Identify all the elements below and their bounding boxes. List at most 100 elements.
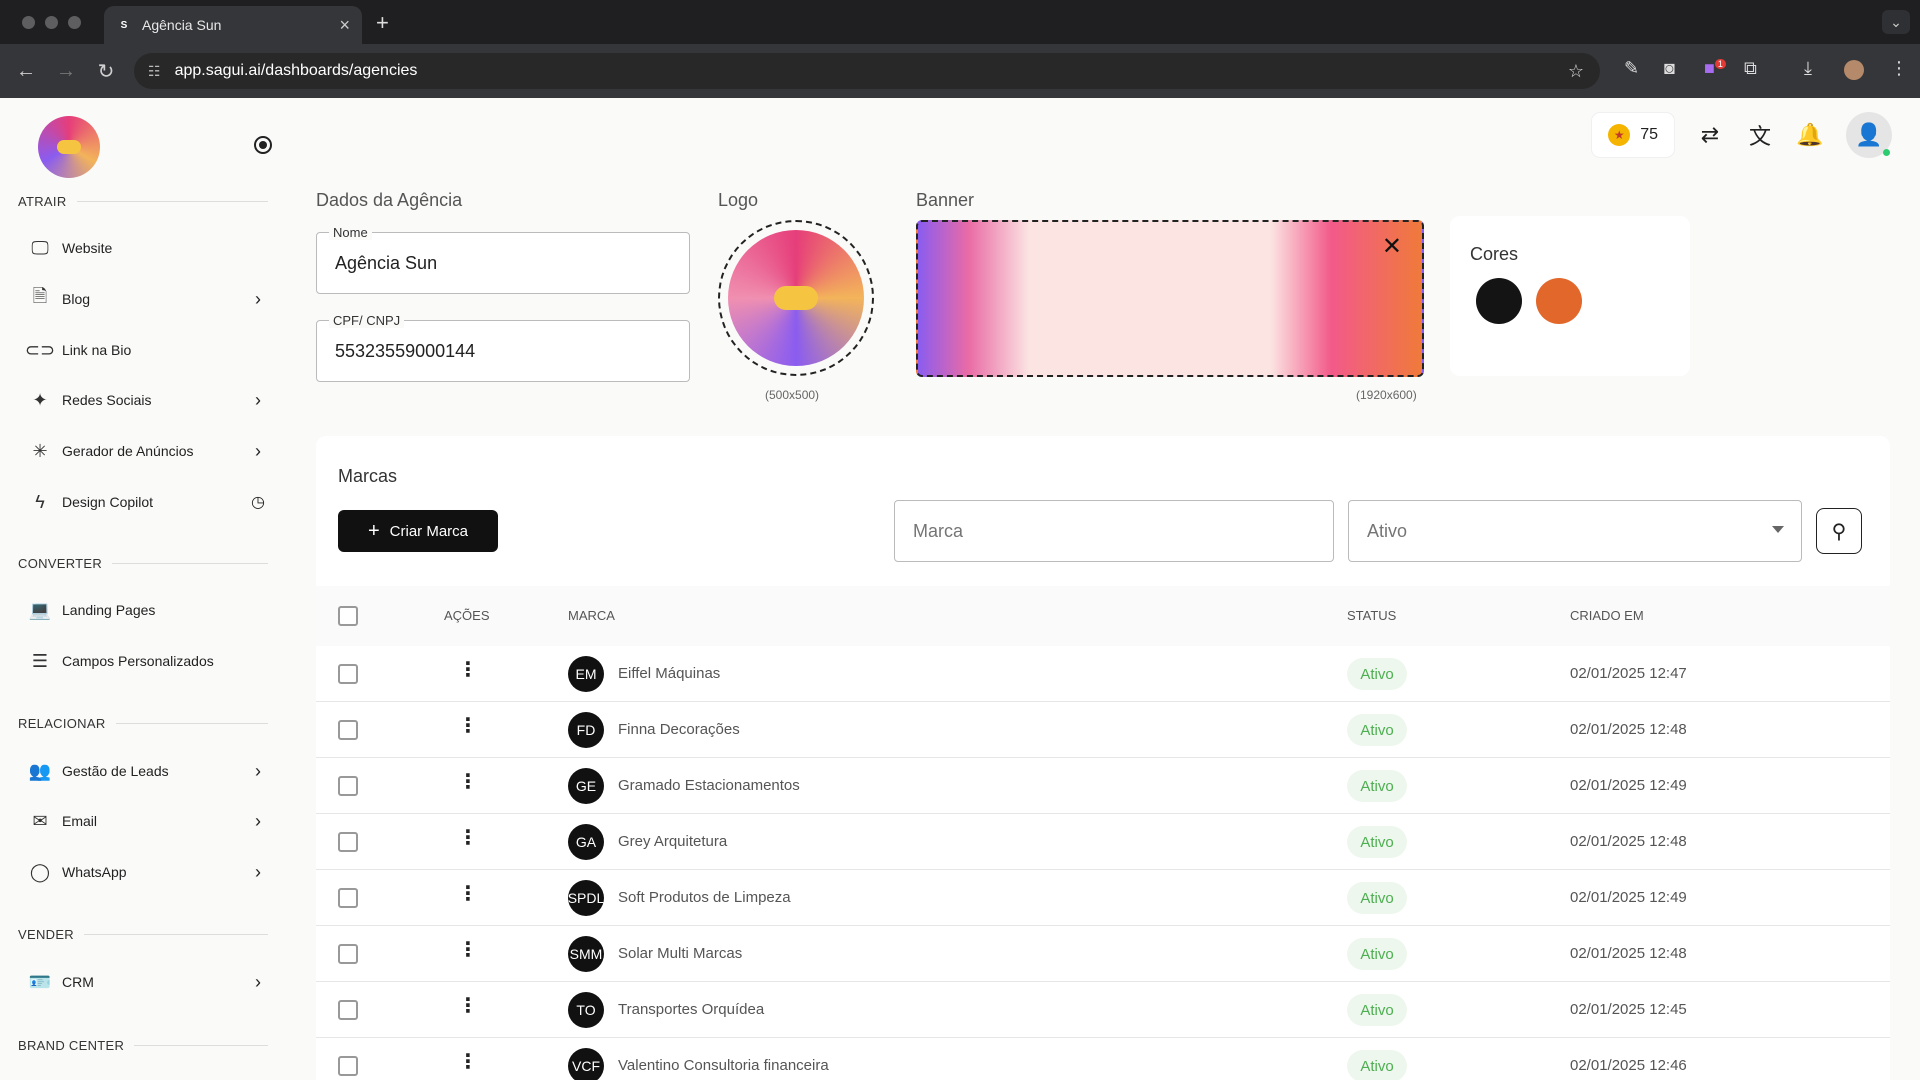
created-at: 02/01/2025 12:48: [1570, 721, 1687, 738]
coins-balance[interactable]: ★ 75: [1592, 113, 1674, 157]
extension-badge-icon[interactable]: ■ 1: [1704, 58, 1726, 79]
sidebar-toggle-icon[interactable]: [254, 136, 272, 154]
browser-tab[interactable]: S Agência Sun ×: [104, 6, 362, 44]
row-checkbox[interactable]: [338, 1000, 358, 1020]
status-badge: Ativo: [1347, 770, 1407, 802]
notification-bell-icon[interactable]: 🔔: [1796, 122, 1824, 148]
compare-icon[interactable]: ⇄: [1696, 122, 1724, 148]
sidebar-item-label: Blog: [62, 291, 91, 307]
brand-avatar: SMM: [568, 936, 604, 972]
sidebar: ATRAIR 🖵 Website 🗎 Blog › ⊂⊃ Link na Bio…: [0, 98, 292, 1080]
sidebar-item-email[interactable]: ✉ Email ›: [28, 801, 268, 841]
create-brand-button[interactable]: + Criar Marca: [338, 510, 498, 552]
row-checkbox[interactable]: [338, 888, 358, 908]
forward-icon[interactable]: →: [46, 60, 86, 83]
chevron-right-icon: ›: [255, 760, 261, 781]
created-at: 02/01/2025 12:49: [1570, 889, 1687, 906]
colors-panel: Cores: [1450, 216, 1690, 376]
tab-search-icon[interactable]: ⌄: [1882, 10, 1910, 34]
back-icon[interactable]: ←: [6, 60, 46, 83]
whatsapp-icon: ◯: [29, 861, 51, 882]
site-info-icon[interactable]: ☷: [148, 63, 161, 80]
new-tab-icon[interactable]: +: [376, 10, 389, 36]
browser-menu-icon[interactable]: ⋮: [1890, 58, 1908, 79]
sidebar-item-blog[interactable]: 🗎 Blog ›: [28, 279, 268, 319]
history-icon[interactable]: ◷: [248, 492, 268, 512]
dropdown-arrow-icon: [1772, 526, 1784, 533]
brand-name: Soft Produtos de Limpeza: [618, 889, 791, 906]
banner-upload[interactable]: ✕: [916, 220, 1424, 377]
users-icon: 👥: [28, 760, 52, 781]
agency-logo-image: [728, 230, 864, 366]
table-row: ⋮ GE Gramado Estacionamentos Ativo 02/01…: [316, 758, 1890, 814]
sidebar-item-whatsapp[interactable]: ◯ WhatsApp ›: [28, 852, 268, 892]
sidebar-item-website[interactable]: 🖵 Website: [28, 228, 268, 268]
search-button[interactable]: ⚲: [1816, 508, 1862, 554]
sidebar-item-gerador-de-anuncios[interactable]: ✳ Gerador de Anúncios ›: [28, 431, 268, 471]
remove-banner-icon[interactable]: ✕: [1382, 232, 1402, 261]
sparkles-icon: ✦: [32, 389, 48, 410]
sidebar-item-redes-sociais[interactable]: ✦ Redes Sociais ›: [28, 380, 268, 420]
row-checkbox[interactable]: [338, 832, 358, 852]
row-actions-icon[interactable]: ⋮: [458, 940, 478, 960]
chevron-right-icon: ›: [255, 288, 261, 309]
table-row: ⋮ SMM Solar Multi Marcas Ativo 02/01/202…: [316, 926, 1890, 982]
row-actions-icon[interactable]: ⋮: [458, 1052, 478, 1072]
row-actions-icon[interactable]: ⋮: [458, 772, 478, 792]
status-badge: Ativo: [1347, 658, 1407, 690]
status-badge: Ativo: [1347, 826, 1407, 858]
status-badge: Ativo: [1347, 938, 1407, 970]
row-checkbox[interactable]: [338, 664, 358, 684]
status-badge: Ativo: [1347, 994, 1407, 1026]
app-logo[interactable]: [38, 116, 100, 178]
puzzle-extensions-icon[interactable]: ⧉: [1744, 58, 1757, 79]
sidebar-item-campos-personalizados[interactable]: ☰ Campos Personalizados: [28, 641, 268, 681]
sidebar-item-label: Landing Pages: [62, 602, 156, 618]
status-select[interactable]: [1348, 500, 1802, 562]
user-avatar-icon[interactable]: 👤: [1846, 112, 1892, 158]
translate-icon[interactable]: 文: [1746, 119, 1774, 151]
sidebar-item-label: CRM: [62, 974, 94, 990]
sidebar-item-link-na-bio[interactable]: ⊂⊃ Link na Bio: [25, 330, 268, 370]
created-at: 02/01/2025 12:45: [1570, 1001, 1687, 1018]
col-brand: MARCA: [568, 608, 615, 623]
row-checkbox[interactable]: [338, 944, 358, 964]
logo-upload[interactable]: [718, 220, 874, 376]
row-actions-icon[interactable]: ⋮: [458, 828, 478, 848]
loader-icon: ✳: [32, 440, 48, 461]
row-actions-icon[interactable]: ⋮: [458, 996, 478, 1016]
color-swatch-orange[interactable]: [1536, 278, 1582, 324]
window-controls[interactable]: [22, 15, 81, 29]
download-icon[interactable]: ⤓: [1804, 58, 1812, 79]
select-all-checkbox[interactable]: [338, 606, 358, 626]
row-checkbox[interactable]: [338, 776, 358, 796]
row-checkbox[interactable]: [338, 1056, 358, 1076]
cnpj-field[interactable]: CPF/ CNPJ 55323559000144: [316, 313, 690, 382]
camera-extension-icon[interactable]: ◙: [1664, 58, 1675, 79]
row-actions-icon[interactable]: ⋮: [458, 660, 478, 680]
profile-avatar-icon[interactable]: [1844, 60, 1864, 80]
bookmark-star-icon[interactable]: ☆: [1568, 61, 1584, 82]
close-tab-icon[interactable]: ×: [339, 15, 350, 36]
sidebar-item-design-copilot[interactable]: ϟ Design Copilot ◷: [28, 482, 268, 522]
name-field[interactable]: Nome Agência Sun: [316, 225, 690, 294]
sidebar-item-landing-pages[interactable]: 💻 Landing Pages: [28, 590, 268, 630]
reload-icon[interactable]: ↻: [86, 59, 126, 84]
sidebar-item-gestao-de-leads[interactable]: 👥 Gestão de Leads ›: [28, 751, 268, 791]
row-actions-icon[interactable]: ⋮: [458, 716, 478, 736]
sidebar-item-label: Campos Personalizados: [62, 653, 214, 669]
eyedropper-extension-icon[interactable]: ✎: [1624, 58, 1639, 79]
brand-avatar: FD: [568, 712, 604, 748]
address-bar[interactable]: ☷ app.sagui.ai/dashboards/agencies ☆: [134, 53, 1600, 89]
sidebar-item-crm[interactable]: 🪪 CRM ›: [28, 962, 268, 1002]
brand-name: Gramado Estacionamentos: [618, 777, 800, 794]
color-swatch-black[interactable]: [1476, 278, 1522, 324]
row-actions-icon[interactable]: ⋮: [458, 884, 478, 904]
plus-icon: +: [367, 519, 380, 542]
brand-name: Solar Multi Marcas: [618, 945, 743, 962]
section-converter: CONVERTER: [18, 556, 268, 571]
row-checkbox[interactable]: [338, 720, 358, 740]
brand-search-input[interactable]: [894, 500, 1334, 562]
created-at: 02/01/2025 12:47: [1570, 665, 1687, 682]
id-card-icon: 🪪: [28, 971, 52, 992]
